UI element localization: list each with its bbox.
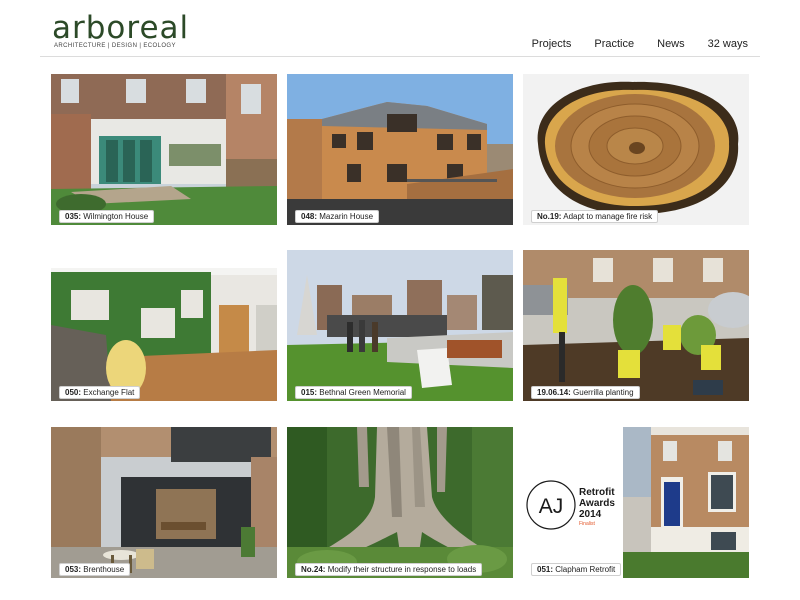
caption-title: Brenthouse [83,565,125,574]
project-image-exchange-flat [51,250,277,401]
logo-tagline: ARCHITECTURE | DESIGN | ECOLOGY [54,43,176,49]
award-line-2: Awards [579,498,615,509]
project-tile[interactable]: 19.06.14: Guerrilla planting [523,250,749,401]
caption-code: 053: [65,565,82,574]
caption-code: No.19: [537,212,562,221]
caption-code: 048: [301,212,318,221]
project-tile[interactable]: No.19: Adapt to manage fire risk [523,74,749,225]
project-image-bethnal-green [287,250,513,401]
caption-code: 015: [301,388,318,397]
project-caption[interactable]: 035: Wilmington House [59,210,155,223]
nav-projects[interactable]: Projects [532,38,572,50]
project-image-mazarin [287,74,513,225]
caption-title: Clapham Retrofit [555,565,616,574]
project-caption[interactable]: 051: Clapham Retrofit [531,563,622,576]
caption-title: Adapt to manage fire risk [563,212,653,221]
caption-code: No.24: [301,565,326,574]
caption-title: Bethnal Green Memorial [319,388,406,397]
caption-title: Wilmington House [83,212,149,221]
project-caption[interactable]: 053: Brenthouse [59,563,131,576]
site-logo[interactable]: arboreal ARCHITECTURE | DESIGN | ECOLOGY [52,12,189,49]
logo-wordmark: arboreal [52,10,190,46]
award-finalist: Finalist [579,521,595,527]
caption-code: 19.06.14: [537,388,571,397]
caption-title: Exchange Flat [83,388,135,397]
main-nav: Projects Practice News 32 ways [532,38,748,50]
nav-practice[interactable]: Practice [594,38,634,50]
project-caption[interactable]: No.19: Adapt to manage fire risk [531,210,659,223]
project-image-tree-ring [523,74,749,225]
caption-title: Modify their structure in response to lo… [327,565,477,574]
aj-mark: AJ [539,495,564,518]
caption-code: 051: [537,565,554,574]
project-tile[interactable]: 035: Wilmington House [51,74,277,225]
header-divider [40,56,760,57]
project-caption[interactable]: No.24: Modify their structure in respons… [295,563,483,576]
caption-title: Mazarin House [319,212,374,221]
project-caption[interactable]: 050: Exchange Flat [59,386,141,399]
project-image-clapham-retrofit: AJ Retrofit Awards 2014 Finalist [523,427,749,578]
nav-32-ways[interactable]: 32 ways [708,38,748,50]
nav-news[interactable]: News [657,38,685,50]
project-tile[interactable]: 048: Mazarin House [287,74,513,225]
project-tile[interactable]: No.24: Modify their structure in respons… [287,427,513,578]
project-image-tree-roots [287,427,513,578]
project-image-guerrilla-planting [523,250,749,401]
project-tile[interactable]: 050: Exchange Flat [51,250,277,401]
caption-title: Guerrilla planting [573,388,634,397]
project-image-brenthouse [51,427,277,578]
caption-code: 035: [65,212,82,221]
award-line-3: 2014 [579,509,602,520]
project-tile[interactable]: AJ Retrofit Awards 2014 Finalist 051: Cl… [523,427,749,578]
project-tile[interactable]: 053: Brenthouse [51,427,277,578]
award-line-1: Retrofit [579,487,615,498]
project-image-wilmington [51,74,277,225]
project-tile[interactable]: 015: Bethnal Green Memorial [287,250,513,401]
project-caption[interactable]: 19.06.14: Guerrilla planting [531,386,640,399]
project-caption[interactable]: 048: Mazarin House [295,210,380,223]
project-caption[interactable]: 015: Bethnal Green Memorial [295,386,412,399]
caption-code: 050: [65,388,82,397]
